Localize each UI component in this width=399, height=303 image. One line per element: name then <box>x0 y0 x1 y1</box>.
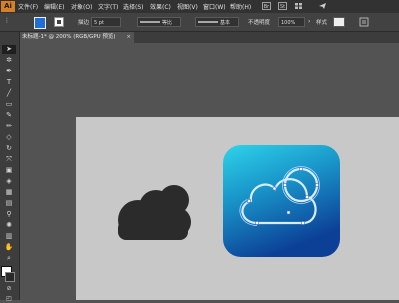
path-icon: ⋮ <box>4 17 10 24</box>
swap-colors-icon[interactable]: ⊘ <box>2 284 16 293</box>
menu-select[interactable]: 选择(S) <box>123 2 144 11</box>
draw-mode-icon[interactable]: ◰ <box>2 294 16 303</box>
menu-edit[interactable]: 编辑(E) <box>44 2 64 11</box>
menu-window[interactable]: 窗口(W) <box>203 2 226 11</box>
column-graph-tool-icon[interactable]: ▥ <box>2 232 16 241</box>
paintbrush-tool-icon[interactable]: ✎ <box>2 111 16 120</box>
document-tab-title: 未标题-1* @ 200% (RGB/GPU 预览) <box>22 34 116 40</box>
stock-icon[interactable]: St <box>278 2 287 10</box>
mesh-tool-icon[interactable]: ▦ <box>2 188 16 197</box>
pencil-tool-icon[interactable]: ✏ <box>2 122 16 131</box>
symbol-sprayer-tool-icon[interactable]: ✺ <box>2 221 16 230</box>
menu-bar: Ai 文件(F) 编辑(E) 对象(O) 文字(T) 选择(S) 效果(C) 视… <box>0 0 399 13</box>
send-icon[interactable] <box>318 2 327 10</box>
line-tool-icon[interactable]: ╱ <box>2 89 16 98</box>
grid-view-icon[interactable] <box>294 2 303 10</box>
document-tab-bar: 未标题-1* @ 200% (RGB/GPU 预览) × <box>19 32 399 43</box>
type-tool-icon[interactable]: T <box>2 78 16 87</box>
bridge-icon[interactable]: Br <box>262 2 271 10</box>
hand-tool-icon[interactable]: ✋ <box>2 243 16 252</box>
document-setup-icon[interactable] <box>359 17 369 27</box>
zoom-tool-icon[interactable]: ⌕ <box>2 254 16 263</box>
rectangle-tool-icon[interactable]: ▭ <box>2 100 16 109</box>
opacity-field[interactable]: 100% <box>278 17 305 27</box>
menu-file[interactable]: 文件(F) <box>18 2 38 11</box>
fill-swatch[interactable] <box>34 17 46 29</box>
menu-help[interactable]: 帮助(H) <box>230 2 251 11</box>
gradient-tool-icon[interactable]: ▤ <box>2 199 16 208</box>
brush-line <box>198 21 218 23</box>
shape-builder-tool-icon[interactable]: ◈ <box>2 177 16 186</box>
rotate-tool-icon[interactable]: ↻ <box>2 144 16 153</box>
menu-type[interactable]: 文字(T) <box>98 2 118 11</box>
free-transform-tool-icon[interactable]: ▣ <box>2 166 16 175</box>
stroke-label: 描边 <box>78 20 90 26</box>
menu-object[interactable]: 对象(O) <box>71 2 92 11</box>
opacity-label[interactable]: 不透明度 <box>248 18 270 26</box>
app-logo: Ai <box>1 1 15 12</box>
control-bar: ⋮ 描边 5 pt 等比 基本 不透明度 100% › 样式 <box>0 13 399 32</box>
width-tool-icon[interactable]: ⤧ <box>2 155 16 164</box>
svg-text:Br: Br <box>264 4 270 10</box>
tools-panel: ➤ ✲ ✒ T ╱ ▭ ✎ ✏ ◇ ↻ ⤧ ▣ ◈ ▦ ▤ ⚲ ✺ ▥ ✋ ⌕ … <box>0 32 20 303</box>
menu-view[interactable]: 视图(V) <box>177 2 198 11</box>
close-tab-icon[interactable]: × <box>126 32 131 43</box>
profile-label: 等比 <box>162 20 173 26</box>
weather-app-icon[interactable] <box>223 145 340 257</box>
document-tab[interactable]: 未标题-1* @ 200% (RGB/GPU 预览) × <box>19 32 134 43</box>
menu-effect[interactable]: 效果(C) <box>150 2 171 11</box>
opacity-arrow-icon[interactable]: › <box>308 18 310 25</box>
eyedropper-tool-icon[interactable]: ⚲ <box>2 210 16 219</box>
dark-cloud-shape[interactable] <box>110 182 192 242</box>
selection-tool-icon[interactable]: ➤ <box>2 45 16 54</box>
eraser-tool-icon[interactable]: ◇ <box>2 133 16 142</box>
pen-tool-icon[interactable]: ✒ <box>2 67 16 76</box>
stroke-weight-field[interactable]: 5 pt <box>91 17 121 27</box>
profile-line <box>140 21 160 23</box>
svg-text:St: St <box>280 4 285 10</box>
stroke-color-box[interactable] <box>5 272 15 282</box>
stroke-swatch[interactable] <box>54 17 64 27</box>
magic-wand-tool-icon[interactable]: ✲ <box>2 56 16 65</box>
style-swatch[interactable] <box>333 17 345 27</box>
brush-label: 基本 <box>220 20 231 26</box>
style-label: 样式 <box>316 20 328 26</box>
